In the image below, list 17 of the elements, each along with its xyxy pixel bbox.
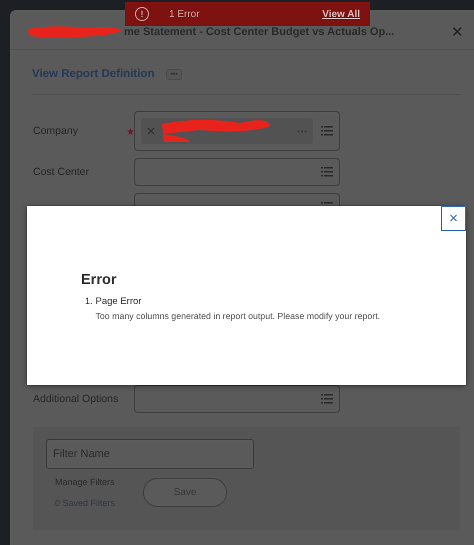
error-message: Too many columns generated in report output. Please modify your report. bbox=[96, 311, 380, 321]
close-button[interactable]: ✕ bbox=[449, 22, 466, 40]
list-icon[interactable] bbox=[321, 126, 333, 136]
error-count: 1 Error bbox=[169, 8, 201, 20]
view-all-link[interactable]: View All bbox=[322, 8, 360, 20]
prompt-field[interactable] bbox=[134, 158, 340, 186]
modal-heading: Error bbox=[81, 272, 118, 288]
error-title: Page Error bbox=[96, 296, 142, 307]
list-number: 1. bbox=[85, 296, 93, 308]
list-icon[interactable] bbox=[321, 394, 333, 404]
selected-chip[interactable] bbox=[141, 118, 313, 144]
remove-icon[interactable] bbox=[147, 127, 155, 135]
alert-icon: ! bbox=[135, 7, 149, 21]
prompt-field[interactable] bbox=[134, 111, 340, 151]
list-icon[interactable] bbox=[321, 167, 333, 177]
close-button[interactable]: × bbox=[441, 206, 466, 231]
prompt-field[interactable] bbox=[134, 385, 340, 413]
